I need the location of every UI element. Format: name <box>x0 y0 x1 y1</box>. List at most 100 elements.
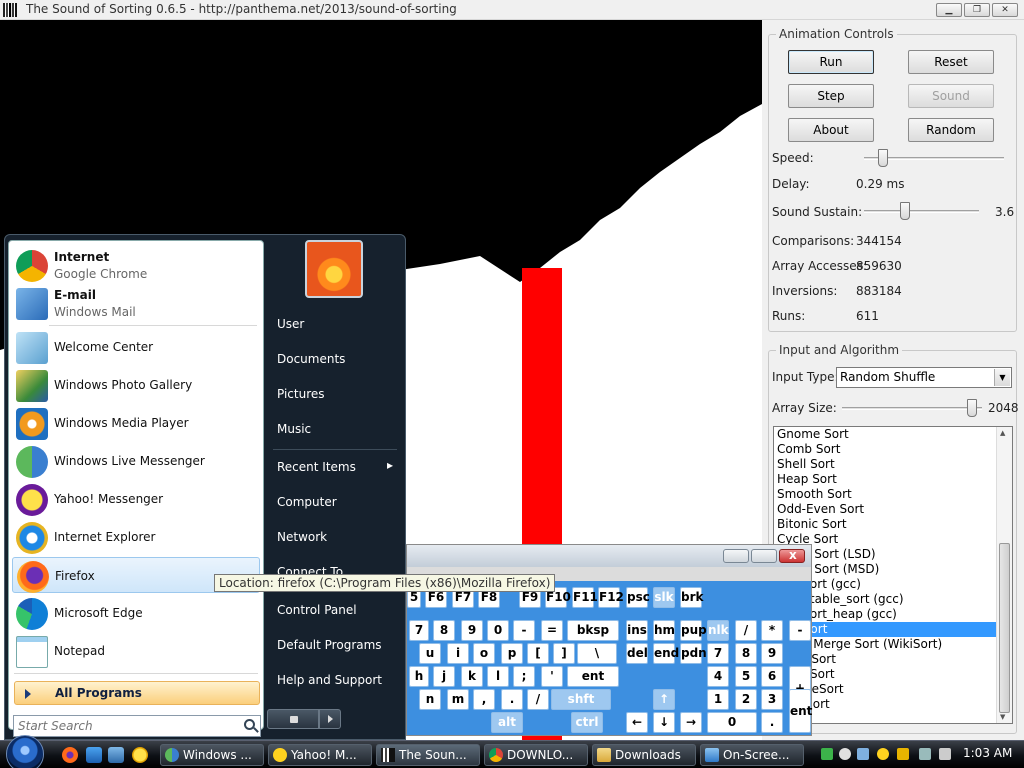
algorithm-item[interactable]: Shell Sort <box>774 457 1012 472</box>
osk-key[interactable]: end <box>653 643 679 664</box>
input-type-select[interactable]: Random Shuffle ▼ <box>836 367 1012 388</box>
algorithm-item[interactable]: Gnome Sort <box>774 427 1012 442</box>
osk-key[interactable]: pup <box>680 620 707 641</box>
start-search-box[interactable] <box>13 715 261 737</box>
task-sound-of-sorting[interactable]: The Soun... <box>376 744 480 766</box>
program-live-messenger[interactable]: Windows Live Messenger <box>12 443 260 479</box>
osk-key[interactable]: 0 <box>707 712 757 733</box>
scroll-up-icon[interactable]: ▲ <box>1000 429 1005 437</box>
osk-key[interactable]: ctrl <box>571 712 603 733</box>
program-photo-gallery[interactable]: Windows Photo Gallery <box>12 367 260 403</box>
program-welcome-center[interactable]: Welcome Center <box>12 329 260 365</box>
volume-icon[interactable] <box>939 748 951 760</box>
osk-key[interactable]: - <box>789 620 811 641</box>
osk-key[interactable]: = <box>541 620 563 641</box>
osk-maximize-button[interactable] <box>751 549 777 563</box>
osk-key[interactable]: ] <box>553 643 575 664</box>
switch-windows-icon[interactable] <box>108 747 124 763</box>
osk-key[interactable]: 8 <box>433 620 455 641</box>
osk-key[interactable]: [ <box>527 643 549 664</box>
algorithm-item[interactable]: Smooth Sort <box>774 487 1012 502</box>
osk-key[interactable]: . <box>761 712 783 733</box>
task-windows[interactable]: Windows ... <box>160 744 264 766</box>
sustain-slider-track[interactable] <box>864 210 979 213</box>
start-search-input[interactable] <box>14 716 234 736</box>
start-button[interactable] <box>6 735 44 768</box>
messenger-tray-icon[interactable] <box>821 748 833 760</box>
osk-key[interactable]: - <box>513 620 535 641</box>
yahoo-quicklaunch-icon[interactable] <box>132 747 148 763</box>
osk-key[interactable]: u <box>419 643 441 664</box>
task-yahoo[interactable]: Yahoo! M... <box>268 744 372 766</box>
osk-key[interactable]: ' <box>541 666 563 687</box>
osk-key[interactable]: 5 <box>735 666 757 687</box>
pinned-internet[interactable]: Internet Google Chrome <box>12 247 260 283</box>
osk-key[interactable]: o <box>473 643 495 664</box>
network-icon[interactable] <box>919 748 931 760</box>
osk-key[interactable]: ins <box>626 620 648 641</box>
step-button[interactable]: Step <box>788 84 874 108</box>
sound-button[interactable]: Sound <box>908 84 994 108</box>
chevron-down-icon[interactable]: ▼ <box>994 369 1010 386</box>
osk-key[interactable]: bksp <box>567 620 619 641</box>
link-default-programs[interactable]: Default Programs <box>277 638 382 652</box>
algorithm-list-scrollbar[interactable]: ▲ ▼ <box>996 427 1012 723</box>
osk-minimize-button[interactable] <box>723 549 749 563</box>
osk-key[interactable]: ; <box>513 666 535 687</box>
program-internet-explorer[interactable]: Internet Explorer <box>12 519 260 555</box>
osk-key[interactable]: h <box>409 666 429 687</box>
osk-key[interactable]: F11 <box>572 587 598 608</box>
link-control-panel[interactable]: Control Panel <box>277 603 357 617</box>
osk-key[interactable]: slk <box>653 587 675 608</box>
maximize-button[interactable]: ❐ <box>964 3 990 17</box>
osk-key[interactable]: 8 <box>735 643 757 664</box>
link-help-support[interactable]: Help and Support <box>277 673 382 687</box>
osk-close-button[interactable] <box>779 548 805 563</box>
osk-key[interactable]: p <box>501 643 523 664</box>
osk-key[interactable]: k <box>461 666 483 687</box>
osk-key[interactable]: 7 <box>707 643 729 664</box>
osk-key[interactable]: hm <box>653 620 675 641</box>
osk-key[interactable]: 7 <box>409 620 429 641</box>
user-picture[interactable] <box>305 240 363 298</box>
link-documents[interactable]: Documents <box>277 352 345 366</box>
osk-key[interactable]: ent <box>567 666 619 687</box>
speed-slider-thumb[interactable] <box>878 149 888 167</box>
array-size-slider-thumb[interactable] <box>967 399 977 417</box>
program-edge[interactable]: Microsoft Edge <box>12 595 260 631</box>
algorithm-item[interactable]: Comb Sort <box>774 442 1012 457</box>
osk-key[interactable]: * <box>761 620 783 641</box>
lock-button[interactable] <box>267 709 319 729</box>
task-chrome-downloads[interactable]: DOWNLO... <box>484 744 588 766</box>
osk-key[interactable]: l <box>487 666 509 687</box>
run-button[interactable]: Run <box>788 50 874 74</box>
scroll-down-icon[interactable]: ▼ <box>1000 713 1005 721</box>
network-status-icon[interactable] <box>857 748 869 760</box>
osk-key[interactable]: psc <box>626 587 650 608</box>
osk-key[interactable]: shft <box>551 689 611 710</box>
tray-app-icon[interactable] <box>839 748 851 760</box>
algorithm-item[interactable]: Bitonic Sort <box>774 517 1012 532</box>
osk-key[interactable]: alt <box>491 712 523 733</box>
osk-key[interactable]: pdn <box>680 643 707 664</box>
algorithm-item[interactable]: Odd-Even Sort <box>774 502 1012 517</box>
program-notepad[interactable]: Notepad <box>12 633 260 669</box>
osk-key[interactable]: 0 <box>487 620 509 641</box>
osk-key[interactable]: nlk <box>707 620 729 641</box>
osk-key[interactable]: / <box>735 620 757 641</box>
osk-key[interactable]: \ <box>577 643 617 664</box>
osk-key[interactable]: , <box>473 689 495 710</box>
osk-key[interactable]: 3 <box>761 689 783 710</box>
scrollbar-thumb[interactable] <box>999 543 1010 713</box>
search-icon[interactable] <box>244 719 255 730</box>
osk-key[interactable]: / <box>527 689 549 710</box>
yahoo-tray-icon[interactable] <box>877 748 889 760</box>
task-downloads-folder[interactable]: Downloads <box>592 744 696 766</box>
link-pictures[interactable]: Pictures <box>277 387 325 401</box>
osk-key[interactable]: m <box>447 689 469 710</box>
link-network[interactable]: Network <box>277 530 327 544</box>
algorithm-item[interactable]: Heap Sort <box>774 472 1012 487</box>
osk-key[interactable]: brk <box>680 587 704 608</box>
osk-key[interactable]: n <box>419 689 441 710</box>
array-size-slider-track[interactable] <box>842 407 982 410</box>
